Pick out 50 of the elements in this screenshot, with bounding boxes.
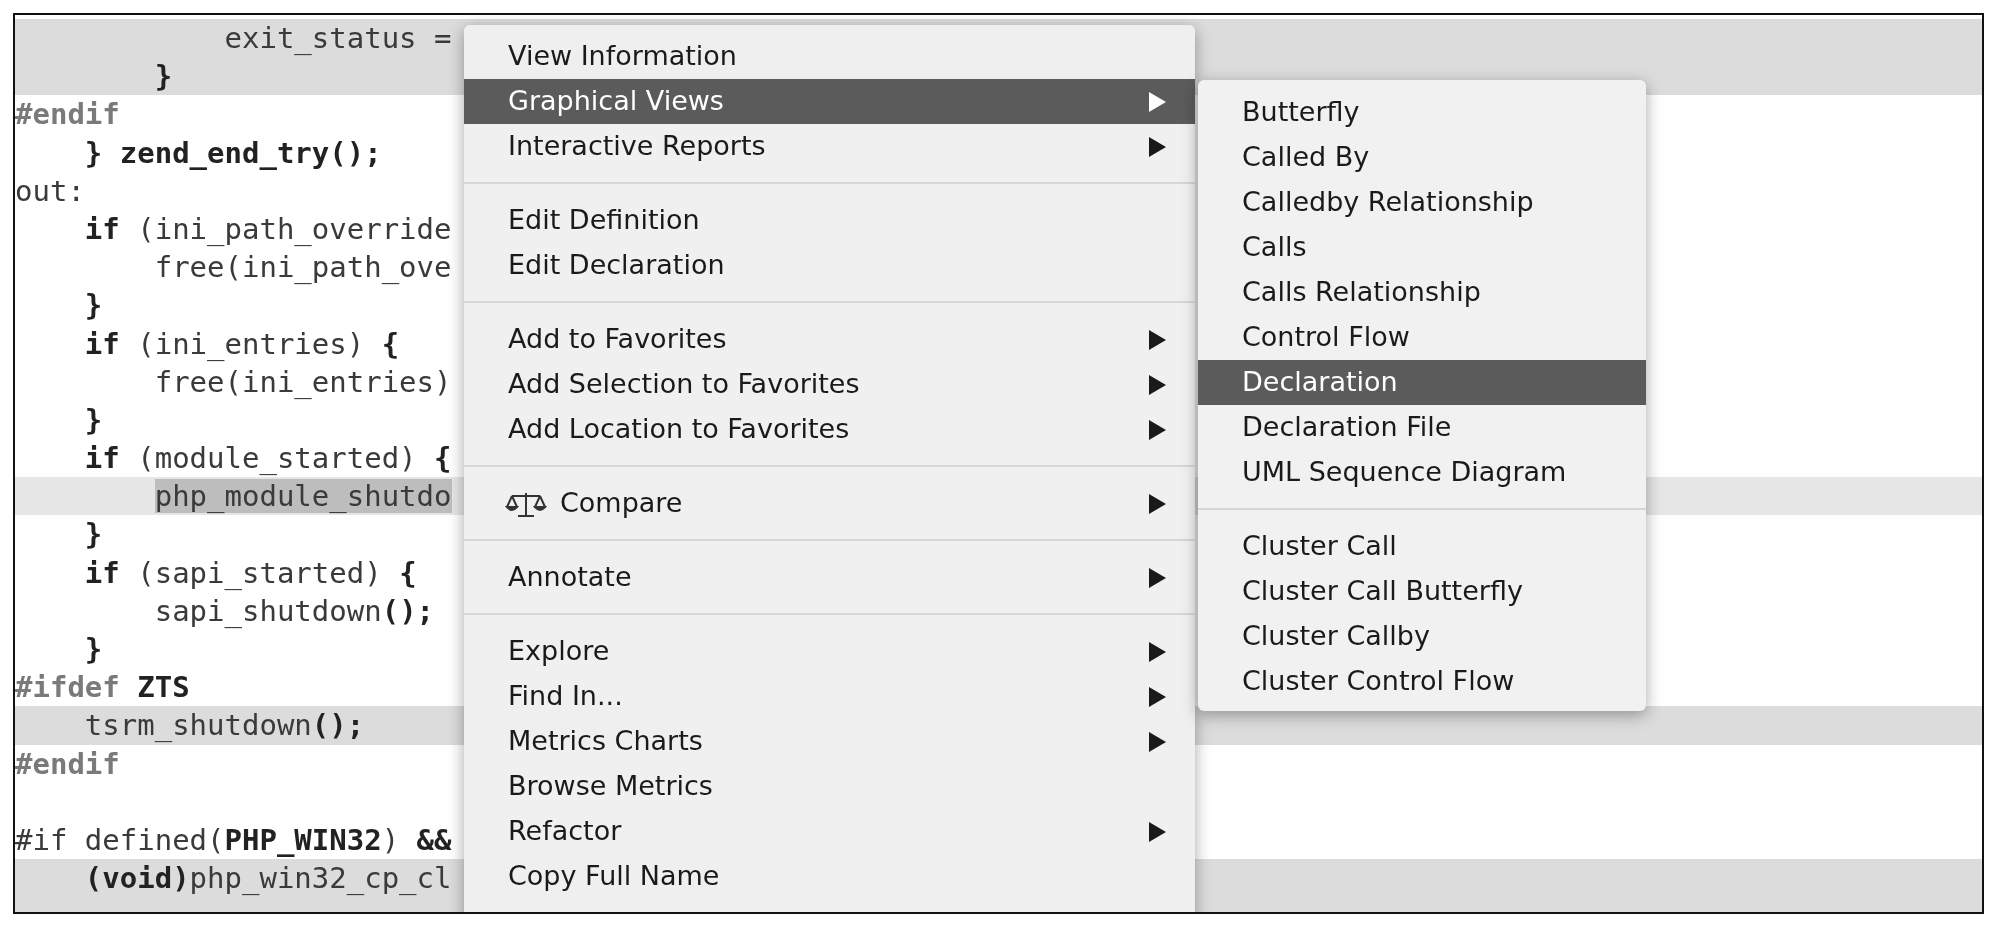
code-line: if (ini_path_override — [84, 211, 452, 246]
menu-item[interactable]: Edit Definition — [464, 198, 1195, 243]
code-line: } — [84, 517, 103, 552]
code-line: } — [154, 59, 173, 94]
menu-item[interactable]: Add Location to Favorites — [464, 407, 1195, 452]
code-line: } zend_end_try(); — [84, 135, 382, 170]
menu-item[interactable]: Calls Relationship — [1198, 270, 1646, 315]
menu-item[interactable]: Annotate — [464, 555, 1195, 600]
code-line: #if defined(PHP_WIN32) && — [15, 822, 452, 857]
menu-item[interactable]: Calledby Relationship — [1198, 180, 1646, 225]
code-line: exit_status = — [224, 21, 452, 55]
menu-item[interactable]: Copy Full Name — [464, 854, 1195, 899]
code-line: sapi_shutdown(); — [154, 593, 435, 628]
menu-item[interactable]: Find In... — [464, 674, 1195, 719]
code-line: tsrm_shutdown(); — [84, 708, 365, 743]
menu-item[interactable]: Graphical Views — [464, 79, 1195, 124]
menu-item[interactable]: Cluster Callby — [1198, 614, 1646, 659]
menu-item[interactable]: Cluster Call — [1198, 524, 1646, 569]
code-line: } — [84, 402, 103, 437]
menu-item[interactable]: Add to Favorites — [464, 317, 1195, 362]
menu-item[interactable]: UML Sequence Diagram — [1198, 450, 1646, 495]
menu-item[interactable]: Browse Metrics — [464, 764, 1195, 809]
menu-item[interactable]: Declaration — [1198, 360, 1646, 405]
code-line: free(ini_entries) — [154, 364, 452, 399]
menu-item[interactable]: Compare — [464, 481, 1195, 526]
code-line: out: — [15, 173, 85, 208]
code-line: if (ini_entries) { — [84, 326, 400, 361]
menu-item[interactable]: Explore — [464, 629, 1195, 674]
code-line: if (module_started) { — [84, 441, 452, 476]
code-line: #endif — [15, 746, 120, 781]
menu-item[interactable]: Calls — [1198, 225, 1646, 270]
menu-item[interactable]: Interactive Reports — [464, 124, 1195, 169]
menu-item[interactable]: Edit Declaration — [464, 243, 1195, 288]
menu-item[interactable]: View Information — [464, 34, 1195, 79]
code-line: } — [84, 288, 103, 323]
code-line: } — [84, 632, 103, 666]
menu-item[interactable]: Add Selection to Favorites — [464, 362, 1195, 407]
menu-item[interactable]: Declaration File — [1198, 405, 1646, 450]
menu-item[interactable]: Cluster Call Butterfly — [1198, 569, 1646, 614]
menu-item[interactable]: Metrics Charts — [464, 719, 1195, 764]
menu-item[interactable]: Refactor — [464, 809, 1195, 854]
code-line: free(ini_path_ove — [154, 250, 452, 285]
menu-item[interactable]: Control Flow — [1198, 315, 1646, 360]
code-line: #endif — [15, 97, 120, 132]
menu-item[interactable]: Called By — [1198, 135, 1646, 180]
code-line: if (sapi_started) { — [84, 555, 417, 590]
menu-item[interactable]: Cluster Control Flow — [1198, 659, 1646, 704]
code-line: (void)php_win32_cp_cl — [84, 861, 452, 896]
menu-item[interactable]: Butterfly — [1198, 90, 1646, 135]
code-line: #ifdef ZTS — [15, 670, 190, 705]
